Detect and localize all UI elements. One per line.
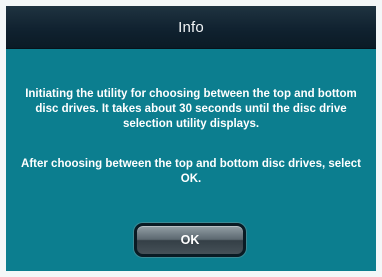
dialog-title: Info	[178, 18, 204, 36]
dialog-titlebar: Info	[6, 6, 376, 49]
info-dialog: Info Initiating the utility for choosing…	[0, 0, 382, 277]
message-initiating: Initiating the utility for choosing betw…	[25, 88, 357, 130]
dialog-body: Initiating the utility for choosing betw…	[6, 49, 376, 271]
ok-button[interactable]: OK	[134, 223, 246, 257]
ok-button-label: OK	[180, 233, 200, 247]
message-select-ok: After choosing between the top and botto…	[21, 158, 361, 185]
